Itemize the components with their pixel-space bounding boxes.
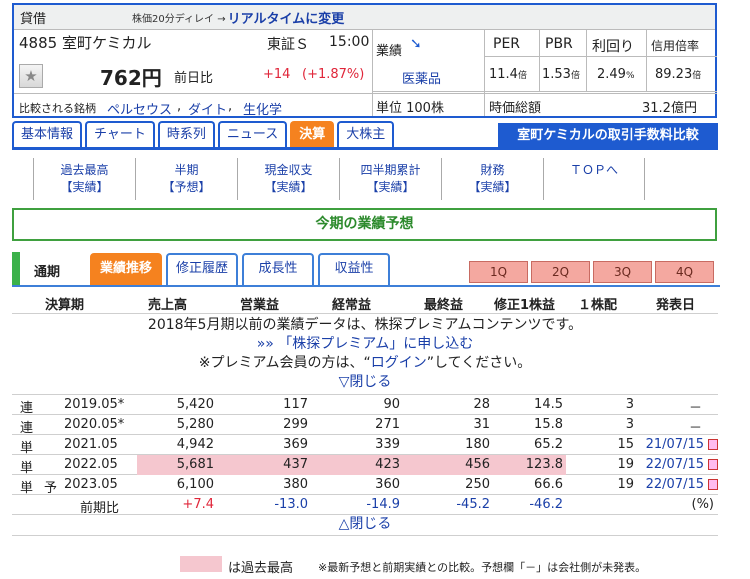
industry-link[interactable]: 医薬品 <box>402 68 441 87</box>
subnav-cashflow[interactable]: 現金収支 【実績】 <box>237 158 339 200</box>
col-date: 発表日 <box>656 298 696 313</box>
quote-time: 15:00 <box>329 34 370 50</box>
subnav-top[interactable]: ＴＯＰへ <box>543 158 645 200</box>
yield-header: 利回り <box>592 39 634 55</box>
premium-notice: 2018年5月期以前の業績データは、株探プレミアムコンテンツです。 »» 「株探… <box>12 314 718 395</box>
premium-note: 2018年5月期以前の業績データは、株探プレミアムコンテンツです。 <box>147 317 583 333</box>
col-op: 営業益 <box>240 298 280 313</box>
login-link[interactable]: ログイン <box>371 355 427 371</box>
tab-basic-info[interactable]: 基本情報 <box>12 121 83 148</box>
login-note: ※プレミアム会員の方は、“ログイン”してください。 <box>198 355 532 371</box>
per-value: 11.4倍 <box>489 67 527 82</box>
legend-text: は過去最高 <box>228 561 294 576</box>
col-ord: 経常益 <box>332 298 372 313</box>
close-bottom-link[interactable]: △閉じる <box>339 516 392 532</box>
yoy-row: 前期比 +7.4 -13.0 -14.9 -45.2 -46.2 (%) <box>12 495 718 516</box>
tab-profitability[interactable]: 収益性 <box>318 253 390 285</box>
announce-date-link[interactable]: 22/07/15 <box>646 457 704 472</box>
mcap-label: 時価総額 <box>489 101 542 116</box>
compare-link-1[interactable]: ペルセウス <box>107 99 172 118</box>
compare-link-3[interactable]: 生化学 <box>243 99 282 118</box>
gyoseki-trend-icon[interactable]: ➘ <box>410 36 422 52</box>
subnav-half-year[interactable]: 半期 【予想】 <box>135 158 237 200</box>
earnings-subnav: 過去最高 【実績】 半期 【予想】 現金収支 【実績】 四半期累計 【実績】 財務 【実績… <box>33 158 645 200</box>
period-label: 通期 <box>34 265 61 280</box>
announce-date-link[interactable]: 21/07/15 <box>646 437 704 452</box>
lending-label: 貸借 <box>20 11 47 27</box>
tab-q2[interactable]: 2Q <box>531 261 590 283</box>
yield-value: 2.49% <box>597 67 635 82</box>
subnav-quarterly[interactable]: 四半期累計 【実績】 <box>339 158 441 200</box>
tab-earnings-trend[interactable]: 業績推移 <box>90 253 162 285</box>
margin-header: 信用倍率 <box>651 39 700 53</box>
margin-value: 89.23倍 <box>655 67 702 82</box>
subnav-financial[interactable]: 財務 【実績】 <box>441 158 543 200</box>
period-tab-underline <box>12 285 720 287</box>
tab-earnings[interactable]: 決算 <box>290 121 335 148</box>
quote-header: 貸借 株価20分ディレイ → リアルタイムに変更 <box>14 5 715 30</box>
price-change-pct: (+1.87%) <box>302 67 365 82</box>
delay-text: 株価20分ディレイ → <box>132 13 226 25</box>
subnav-record-high[interactable]: 過去最高 【実績】 <box>33 158 135 200</box>
stock-code-name: 4885 室町ケミカル <box>19 34 152 52</box>
gyoseki-label: 業績 <box>376 44 403 59</box>
pdf-icon[interactable] <box>708 459 718 470</box>
earnings-table: 決算期 売上高 営業益 経常益 最終益 修正1株益 １株配 発表日 2018年5… <box>12 292 718 536</box>
col-eps: 修正1株益 <box>494 298 556 313</box>
tab-q4[interactable]: 4Q <box>655 261 714 283</box>
announce-date-link[interactable]: 22/07/15 <box>646 477 704 492</box>
premium-signup-link[interactable]: »» 「株探プレミアム」に申し込む <box>257 336 474 352</box>
table-row: 単 2022.05 5,681 437 423 456 123.8 19 22/07/15 <box>12 455 718 476</box>
col-period: 決算期 <box>45 298 85 313</box>
col-sales: 売上高 <box>148 298 188 313</box>
fee-compare-button[interactable]: 室町ケミカルの取引手数料比較 <box>498 123 718 148</box>
pbr-value: 1.53倍 <box>542 67 580 82</box>
pbr-header: PBR <box>545 36 573 52</box>
table-header-row: 決算期 売上高 営業益 経常益 最終益 修正1株益 １株配 発表日 <box>12 292 718 314</box>
col-div: １株配 <box>578 298 618 313</box>
table-row: 単予 2023.05 6,100 380 360 250 66.6 19 22/07/15 <box>12 475 718 496</box>
prev-day-label: 前日比 <box>174 71 214 86</box>
table-row: 連 2020.05* 5,280 299 271 31 15.8 3 － <box>12 415 718 436</box>
tab-timeseries[interactable]: 時系列 <box>157 121 215 148</box>
tab-shareholders[interactable]: 大株主 <box>337 121 395 148</box>
compare-link-2[interactable]: ダイト <box>188 99 227 118</box>
mcap-value: 31.2億円 <box>642 101 697 116</box>
table-row: 単 2021.05 4,942 369 339 180 65.2 15 21/07/15 <box>12 435 718 456</box>
tab-underline <box>12 147 718 150</box>
quote-panel: 貸借 株価20分ディレイ → リアルタイムに変更 4885 室町ケミカル 東証Ｓ… <box>12 3 717 118</box>
close-top-link[interactable]: ▽閉じる <box>339 374 392 390</box>
pdf-icon[interactable] <box>708 479 718 490</box>
legend-swatch <box>180 556 222 572</box>
favorite-star-icon[interactable]: ★ <box>19 64 43 88</box>
compare-label: 比較される銘柄 <box>19 102 96 115</box>
price-change: +14 <box>263 67 291 82</box>
tab-q1[interactable]: 1Q <box>469 261 528 283</box>
tab-revision-history[interactable]: 修正履歴 <box>166 253 238 285</box>
realtime-link[interactable]: リアルタイムに変更 <box>228 8 345 27</box>
per-header: PER <box>493 36 521 52</box>
tab-growth[interactable]: 成長性 <box>242 253 314 285</box>
market-label: 東証Ｓ <box>267 37 309 53</box>
tab-chart[interactable]: チャート <box>85 121 155 148</box>
footnote: ※最新予想と前期実績との比較。予想欄「－」は会社側が未発表。 <box>318 561 647 574</box>
earnings-rows: 連 2019.05* 5,420 117 90 28 14.5 3 －連 2020.05* 5,28… <box>12 395 718 496</box>
tab-news[interactable]: ニュース <box>217 121 288 148</box>
period-tabs: 通期 業績推移 修正履歴 成長性 収益性 1Q 2Q 3Q 4Q <box>12 252 732 286</box>
trade-unit: 単位 100株 <box>376 101 444 116</box>
tab-q3[interactable]: 3Q <box>593 261 652 283</box>
period-marker <box>12 252 20 285</box>
pdf-icon[interactable] <box>708 439 718 450</box>
main-tabs: 基本情報 チャート 時系列 ニュース 決算 大株主 <box>12 121 397 149</box>
table-row: 連 2019.05* 5,420 117 90 28 14.5 3 － <box>12 395 718 416</box>
forecast-title: 今期の業績予想 <box>12 208 717 241</box>
stock-price: 762円 <box>100 66 162 90</box>
col-net: 最終益 <box>424 298 464 313</box>
